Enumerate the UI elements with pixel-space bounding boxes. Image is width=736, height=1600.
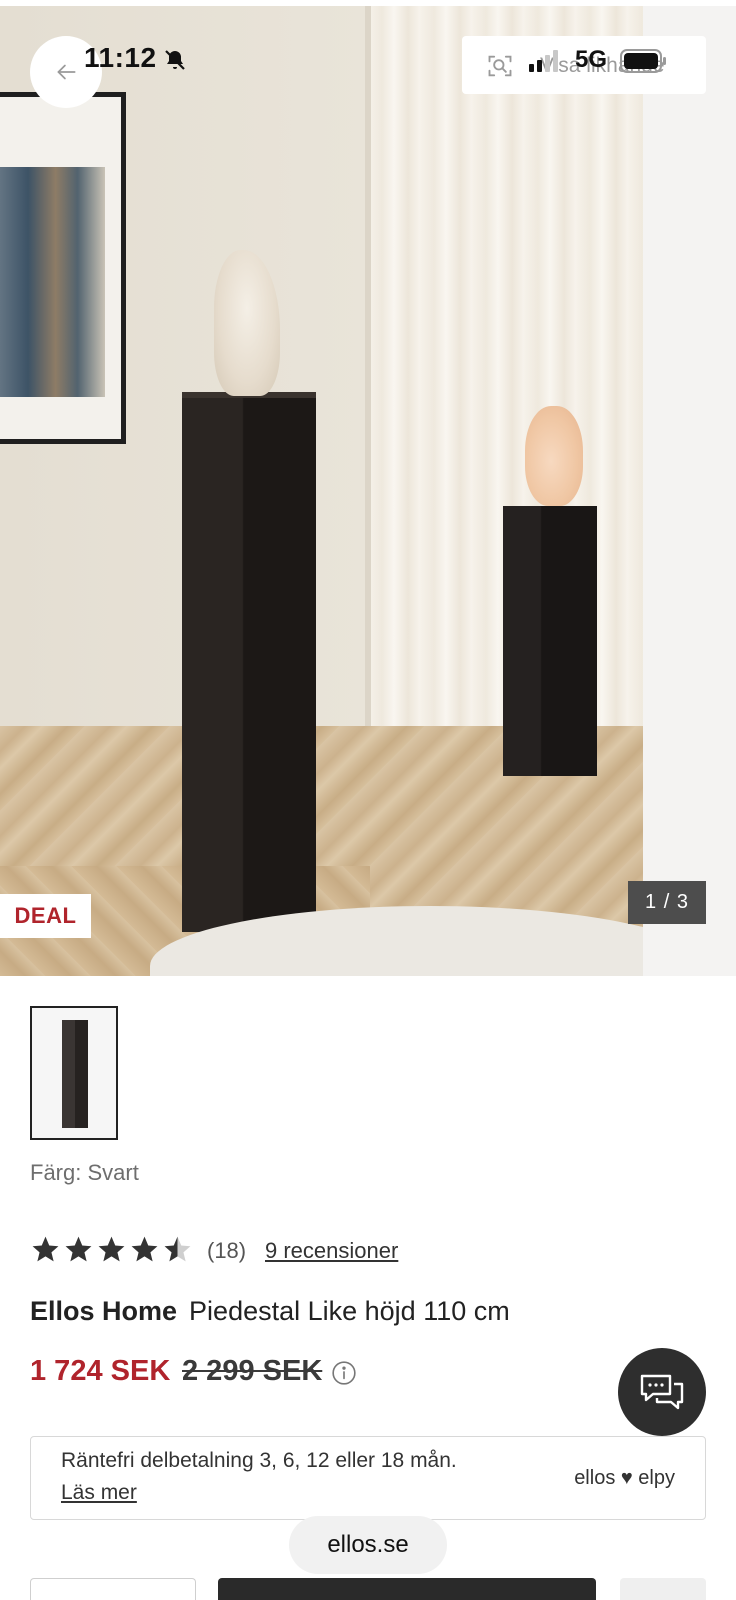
star-full-icon — [65, 1236, 92, 1262]
star-half-icon — [164, 1236, 191, 1262]
product-image-gallery[interactable]: DEAL 1 / 3 — [0, 6, 736, 976]
product-photo — [0, 6, 643, 976]
financing-read-more-link[interactable]: Läs mer — [61, 1481, 137, 1505]
add-to-cart-button[interactable] — [218, 1578, 596, 1600]
photo-wall-art — [0, 92, 126, 444]
financing-text: Räntefri delbetalning 3, 6, 12 eller 18 … — [61, 1449, 457, 1472]
star-full-icon — [98, 1236, 125, 1262]
product-name: Piedestal Like höjd 110 cm — [189, 1296, 510, 1326]
chat-button[interactable] — [618, 1348, 706, 1436]
rating-count: (18) — [207, 1238, 247, 1263]
battery-icon — [620, 49, 666, 73]
network-type: 5G — [575, 46, 608, 73]
signal-icon — [529, 50, 558, 72]
browser-url-bar[interactable]: ellos.se — [289, 1516, 447, 1574]
financing-banner: Räntefri delbetalning 3, 6, 12 eller 18 … — [30, 1436, 706, 1520]
product-brand[interactable]: Ellos Home — [30, 1296, 177, 1326]
photo-vase — [525, 406, 583, 506]
status-time: 11:12 — [84, 42, 157, 73]
star-full-icon — [131, 1236, 158, 1262]
star-full-icon — [32, 1236, 59, 1262]
bell-muted-icon — [165, 50, 185, 70]
visual-search-icon — [488, 55, 512, 77]
quantity-selector[interactable] — [30, 1578, 196, 1600]
chat-bubbles-icon — [640, 1374, 684, 1410]
rating-stars — [30, 1234, 193, 1265]
info-icon[interactable] — [331, 1360, 357, 1386]
photo-wall-art-painting — [0, 167, 105, 397]
current-price: 1 724 SEK — [30, 1355, 171, 1387]
deal-badge: DEAL — [0, 894, 91, 938]
reviews-link[interactable]: 9 recensioner — [265, 1238, 398, 1264]
thumbnail-pedestal — [62, 1020, 88, 1128]
thumbnail-selected[interactable] — [30, 1006, 118, 1140]
photo-pedestal-small — [503, 506, 597, 776]
product-title: Ellos Home Piedestal Like höjd 110 cm — [30, 1296, 510, 1327]
color-label: Färg: Svart — [30, 1160, 139, 1185]
photo-pedestal-large — [182, 398, 316, 932]
wishlist-button[interactable] — [620, 1578, 706, 1600]
image-counter: 1 / 3 — [628, 881, 706, 924]
financing-logo: ellos ♥ elpy — [574, 1467, 675, 1489]
arrow-left-icon — [57, 64, 76, 80]
original-price: 2 299 SEK — [182, 1355, 323, 1387]
